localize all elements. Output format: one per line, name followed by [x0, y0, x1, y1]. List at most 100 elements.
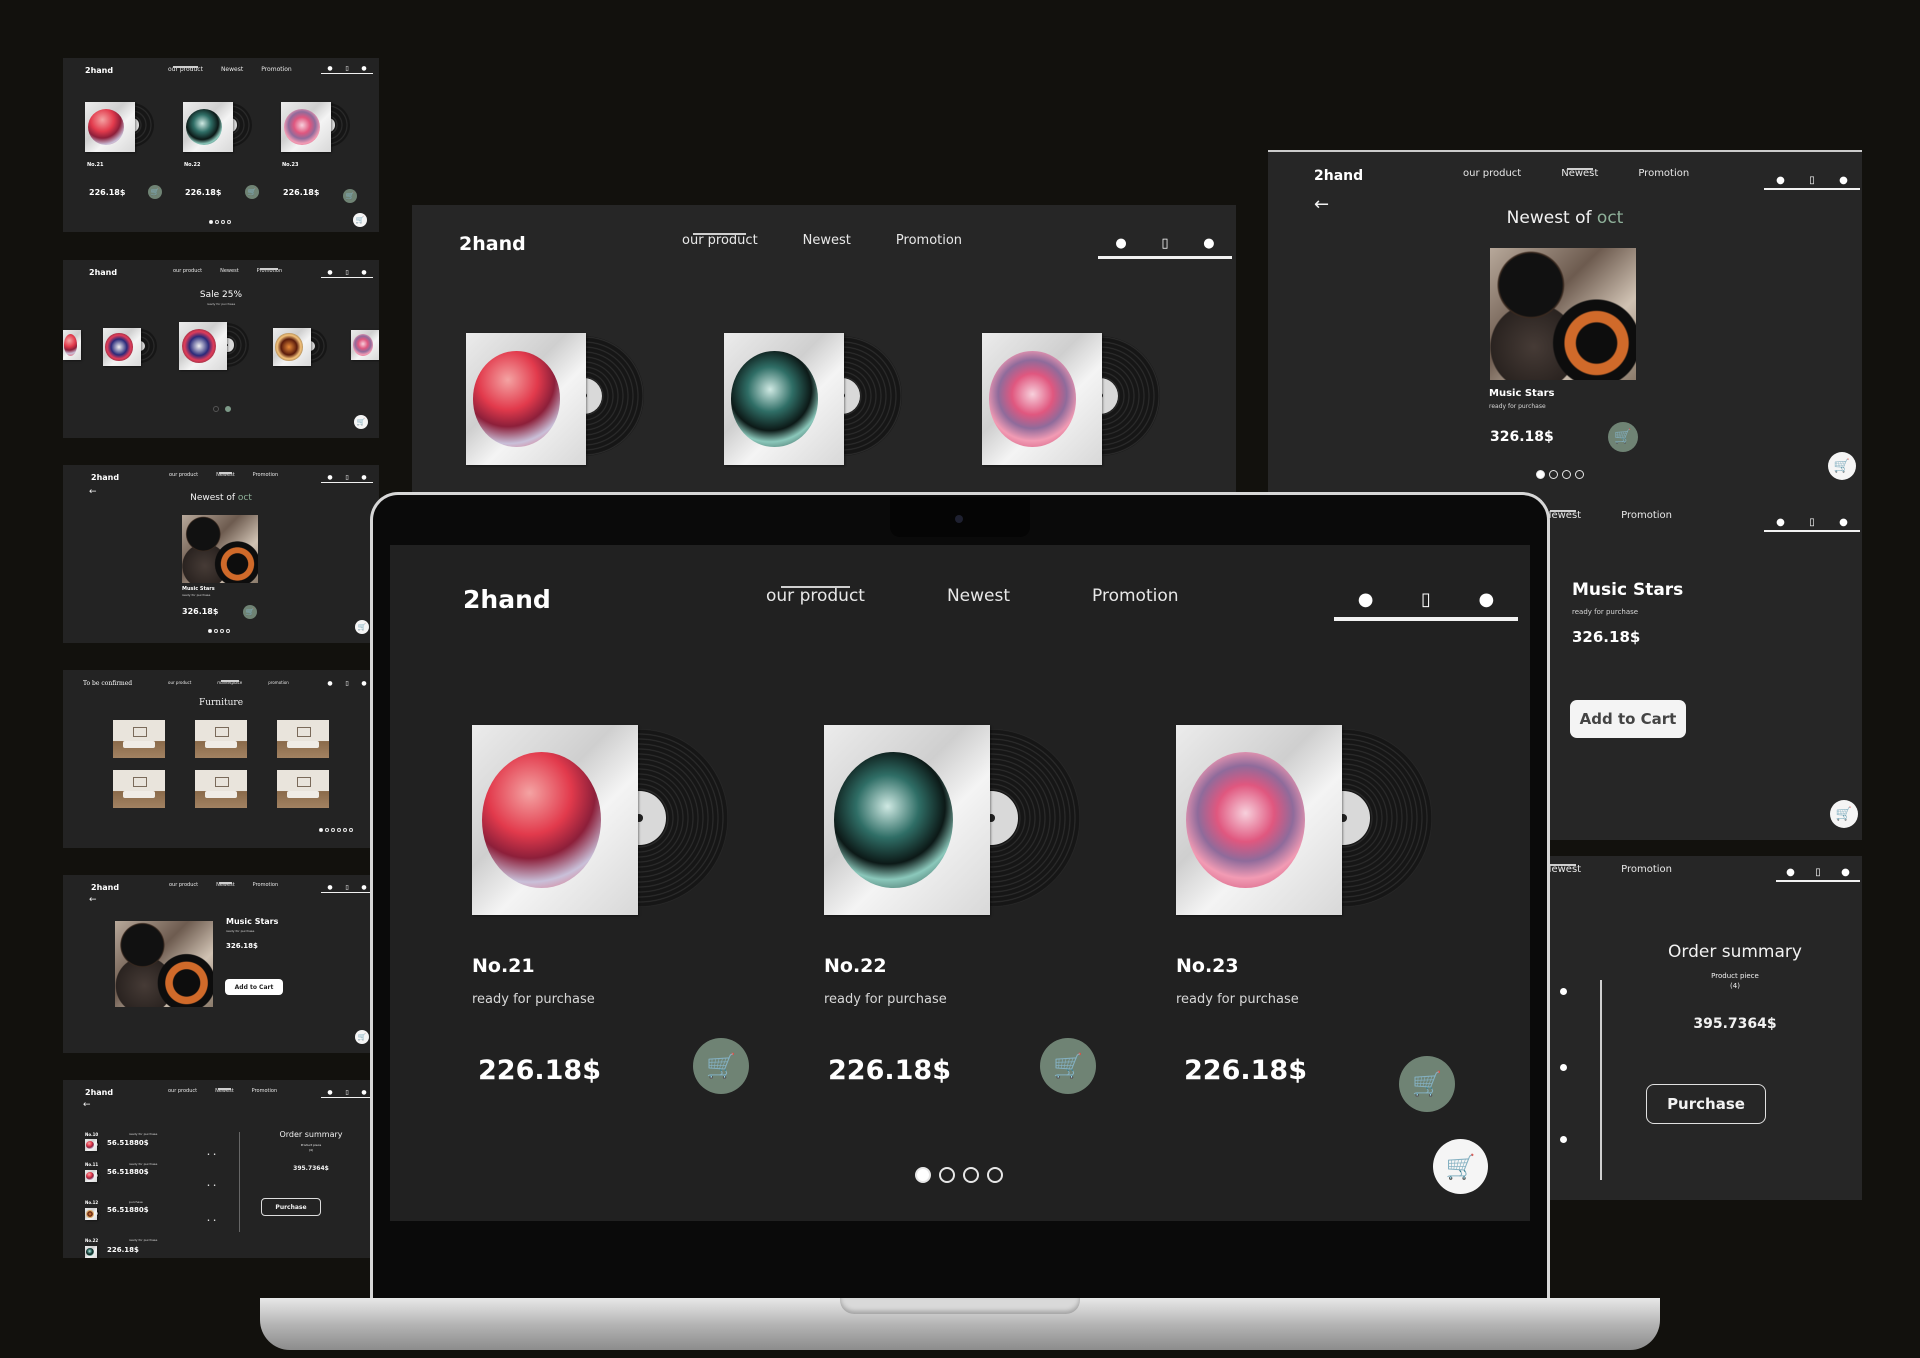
phone-icon[interactable]: ▯	[1809, 517, 1815, 528]
record-item[interactable]	[103, 328, 163, 368]
page-dot[interactable]	[915, 1167, 931, 1183]
floating-cart-button[interactable]: 🛒	[355, 620, 369, 634]
phone-icon[interactable]: ▯	[1809, 175, 1815, 186]
product-photo[interactable]	[1490, 248, 1636, 380]
nav-promotion[interactable]: Promotion	[1621, 510, 1672, 527]
facebook-icon[interactable]: ●	[327, 680, 332, 687]
brand-logo[interactable]: 2hand	[91, 883, 119, 892]
info-icon[interactable]: ●	[361, 65, 366, 72]
phone-icon[interactable]: ▯	[1815, 867, 1821, 878]
facebook-icon[interactable]: ●	[1358, 589, 1374, 610]
nav-our-product[interactable]: our product	[168, 680, 191, 685]
product-photo[interactable]	[182, 515, 258, 583]
arrow-left-icon[interactable]: ←	[89, 895, 97, 905]
info-icon[interactable]: ●	[361, 1089, 366, 1096]
add-to-cart-button[interactable]: 🛒	[1040, 1038, 1096, 1094]
info-icon[interactable]: ●	[1203, 236, 1214, 251]
nav-newest[interactable]: Newest	[803, 233, 851, 258]
nav-promotion[interactable]: Promotion	[1092, 586, 1179, 630]
nav-promotion[interactable]: promotion	[268, 680, 289, 685]
add-to-cart-button[interactable]: 🛒	[1608, 422, 1638, 452]
page-dot[interactable]	[214, 629, 218, 633]
page-dot[interactable]	[343, 828, 347, 832]
page-dot[interactable]	[220, 629, 224, 633]
page-dot[interactable]	[1536, 470, 1545, 479]
product-photo[interactable]	[115, 921, 213, 1007]
furniture-item[interactable]	[277, 770, 329, 808]
add-to-cart-button[interactable]: 🛒	[243, 605, 257, 619]
record-item[interactable]	[351, 330, 379, 364]
phone-icon[interactable]: ▯	[345, 269, 348, 276]
furniture-item[interactable]	[277, 720, 329, 758]
nav-newest[interactable]: Newest	[216, 472, 235, 478]
nav-our-product[interactable]: our product	[168, 66, 203, 73]
nav-promotion[interactable]: Promotion	[261, 66, 292, 73]
page-dot[interactable]	[208, 629, 212, 633]
nav-our-product[interactable]: our product	[173, 268, 202, 274]
info-icon[interactable]: ●	[361, 269, 366, 276]
add-to-cart-button[interactable]: 🛒	[693, 1038, 749, 1094]
phone-icon[interactable]: ▯	[345, 1089, 348, 1096]
floating-cart-button[interactable]: 🛒	[355, 1030, 369, 1044]
nav-our-product[interactable]: our product	[169, 472, 198, 478]
info-icon[interactable]: ●	[1839, 175, 1848, 186]
add-to-cart-button[interactable]: 🛒	[1399, 1056, 1455, 1112]
facebook-icon[interactable]: ●	[1776, 517, 1785, 528]
quantity-dot[interactable]	[1560, 988, 1567, 995]
brand-logo[interactable]: 2hand	[463, 585, 551, 614]
page-dot[interactable]	[963, 1167, 979, 1183]
nav-promotion[interactable]: Promotion	[1621, 864, 1672, 881]
record-item[interactable]	[281, 102, 353, 154]
info-icon[interactable]: ●	[1478, 589, 1494, 610]
record-item[interactable]	[183, 102, 255, 154]
page-dot[interactable]	[213, 406, 219, 412]
record-item[interactable]	[1176, 725, 1446, 925]
info-icon[interactable]: ●	[1839, 517, 1848, 528]
floating-cart-button[interactable]: 🛒	[1830, 800, 1858, 828]
record-item[interactable]	[824, 725, 1094, 925]
facebook-icon[interactable]: ●	[1115, 236, 1126, 251]
nav-newest[interactable]: Newest	[215, 1088, 234, 1094]
order-item[interactable]: No.11 ready for purchase 56.51880$ • •	[85, 1162, 225, 1192]
page-dot[interactable]	[225, 406, 231, 412]
purchase-button[interactable]: Purchase	[261, 1198, 321, 1216]
facebook-icon[interactable]: ●	[327, 65, 332, 72]
facebook-icon[interactable]: ●	[1786, 867, 1795, 878]
furniture-item[interactable]	[113, 720, 165, 758]
add-to-cart-button[interactable]: 🛒	[343, 189, 357, 203]
quantity-stepper[interactable]: • •	[207, 1218, 216, 1224]
phone-icon[interactable]: ▯	[345, 474, 348, 481]
add-to-cart-button[interactable]: 🛒	[148, 185, 162, 199]
info-icon[interactable]: ●	[361, 474, 366, 481]
order-item[interactable]: No.22 ready for purchase 226.18$	[85, 1238, 225, 1258]
info-icon[interactable]: ●	[361, 884, 366, 891]
nav-newest[interactable]: Newest	[220, 268, 239, 274]
quantity-stepper[interactable]: • •	[207, 1152, 216, 1158]
nav-newest[interactable]: Newest	[216, 882, 235, 888]
record-item[interactable]	[472, 725, 742, 925]
record-item[interactable]	[85, 102, 157, 154]
page-dot[interactable]	[337, 828, 341, 832]
page-dot[interactable]	[226, 629, 230, 633]
order-item[interactable]: No.12 purchase 56.51880$ • •	[85, 1200, 225, 1230]
add-to-cart-button[interactable]: 🛒	[245, 185, 259, 199]
facebook-icon[interactable]: ●	[327, 474, 332, 481]
page-dot[interactable]	[1575, 470, 1584, 479]
brand-logo[interactable]: 2hand	[1314, 168, 1363, 184]
floating-cart-button[interactable]: 🛒	[1828, 452, 1856, 480]
phone-icon[interactable]: ▯	[345, 680, 348, 687]
page-dot[interactable]	[1549, 470, 1558, 479]
nav-our-product[interactable]: our product	[168, 1088, 197, 1094]
nav-our-product[interactable]: our product	[1463, 168, 1521, 187]
floating-cart-button[interactable]: 🛒	[1433, 1139, 1488, 1194]
info-icon[interactable]: ●	[1841, 867, 1850, 878]
furniture-item[interactable]	[113, 770, 165, 808]
floating-cart-button[interactable]: 🛒	[354, 415, 368, 429]
phone-icon[interactable]: ▯	[345, 65, 348, 72]
quantity-dot[interactable]	[1560, 1136, 1567, 1143]
furniture-item[interactable]	[195, 770, 247, 808]
facebook-icon[interactable]: ●	[327, 1089, 332, 1096]
page-dot[interactable]	[209, 220, 213, 224]
page-dot[interactable]	[215, 220, 219, 224]
page-dot[interactable]	[939, 1167, 955, 1183]
